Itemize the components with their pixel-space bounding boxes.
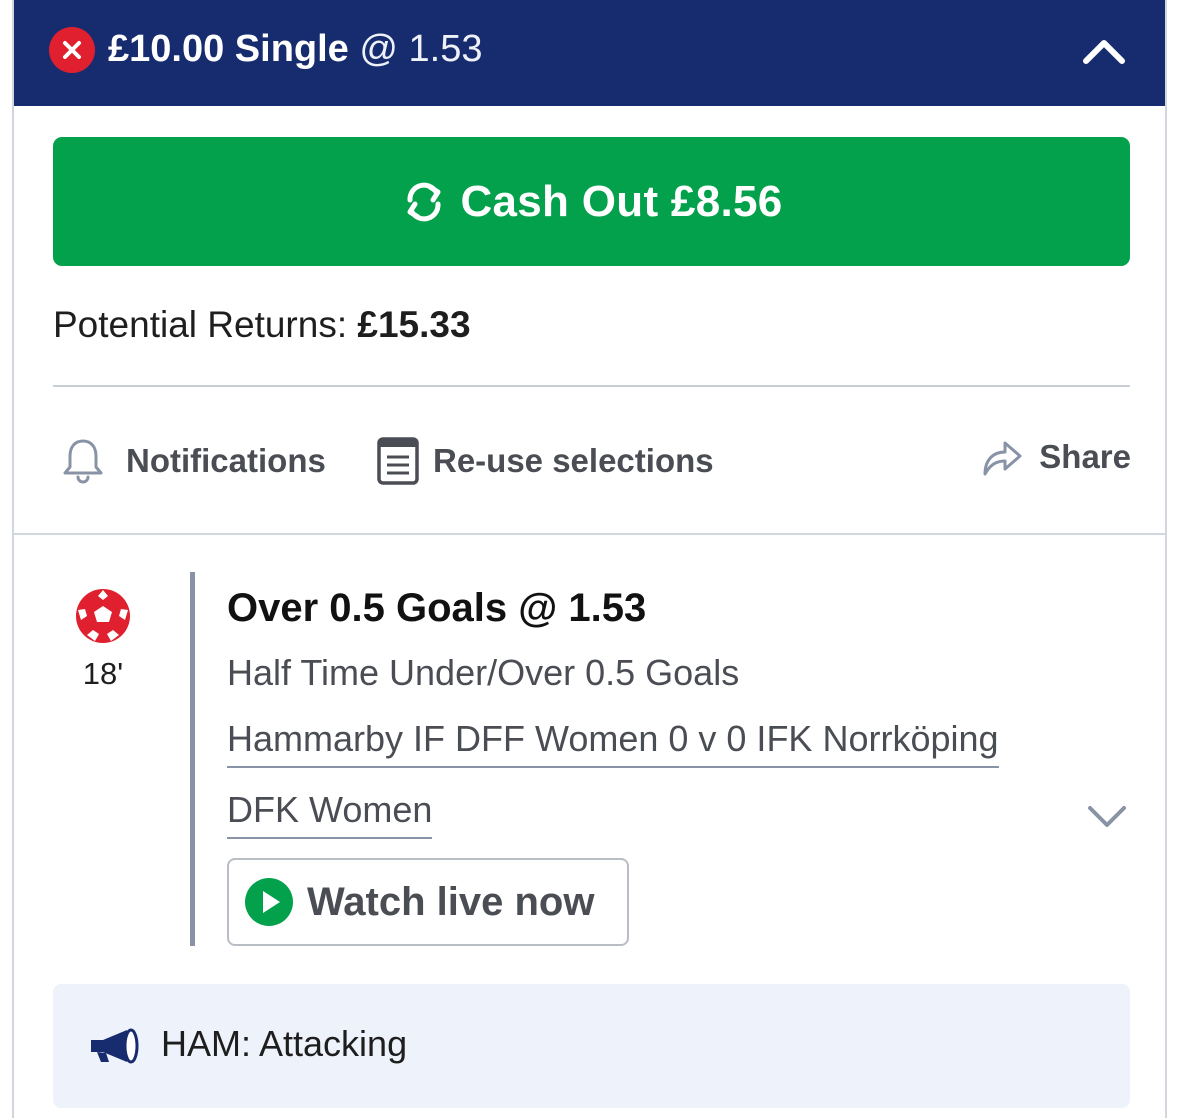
megaphone-icon: [91, 1028, 139, 1064]
share-arrow-icon: [983, 441, 1022, 476]
market-name: Half Time Under/Over 0.5 Goals: [227, 652, 740, 693]
potential-returns-amount: £15.33: [357, 304, 471, 345]
bet-header[interactable]: £10.00 Single @ 1.53: [14, 0, 1165, 106]
watch-live-label: Watch live now: [307, 879, 595, 924]
bet-actions: Notifications Re-use selections Share: [14, 430, 1165, 492]
football-icon: [76, 589, 130, 643]
share-button[interactable]: Share: [979, 426, 1131, 488]
bet-stake-type: £10.00 Single: [108, 28, 349, 70]
event-link-continued[interactable]: DFK Women: [227, 787, 433, 839]
bet-title: £10.00 Single @ 1.53: [108, 24, 482, 74]
live-commentary: HAM: Attacking: [53, 984, 1130, 1108]
selection-divider: [190, 572, 195, 946]
watch-live-button[interactable]: Watch live now: [227, 858, 629, 946]
bet-odds: @ 1.53: [359, 28, 483, 70]
reuse-selections-button[interactable]: Re-use selections: [375, 430, 714, 492]
match-time: 18': [82, 656, 124, 691]
cash-out-button[interactable]: Cash Out £8.56: [53, 137, 1130, 266]
chevron-down-icon[interactable]: [1086, 800, 1128, 832]
share-label: Share: [1039, 438, 1131, 475]
commentary-text: HAM: Attacking: [161, 1023, 408, 1064]
notifications-label: Notifications: [126, 442, 326, 479]
notifications-button[interactable]: Notifications: [60, 430, 326, 492]
cross-icon: [49, 27, 95, 73]
bell-icon: [63, 439, 103, 484]
document-icon: [377, 437, 419, 485]
play-icon: [245, 878, 293, 926]
potential-returns-label: Potential Returns:: [53, 304, 348, 345]
refresh-icon: [407, 182, 441, 221]
selection-title: Over 0.5 Goals @ 1.53: [227, 586, 647, 630]
event-link[interactable]: Hammarby IF DFF Women 0 v 0 IFK Norrköpi…: [227, 716, 999, 768]
divider: [53, 385, 1130, 387]
divider: [14, 533, 1165, 535]
chevron-up-icon[interactable]: [1081, 33, 1127, 69]
reuse-selections-label: Re-use selections: [433, 442, 714, 479]
cash-out-label: Cash Out £8.56: [460, 176, 783, 226]
potential-returns: Potential Returns: £15.33: [53, 301, 471, 349]
bet-card: £10.00 Single @ 1.53 Cash Out £8.56 Pote…: [12, 0, 1167, 1118]
